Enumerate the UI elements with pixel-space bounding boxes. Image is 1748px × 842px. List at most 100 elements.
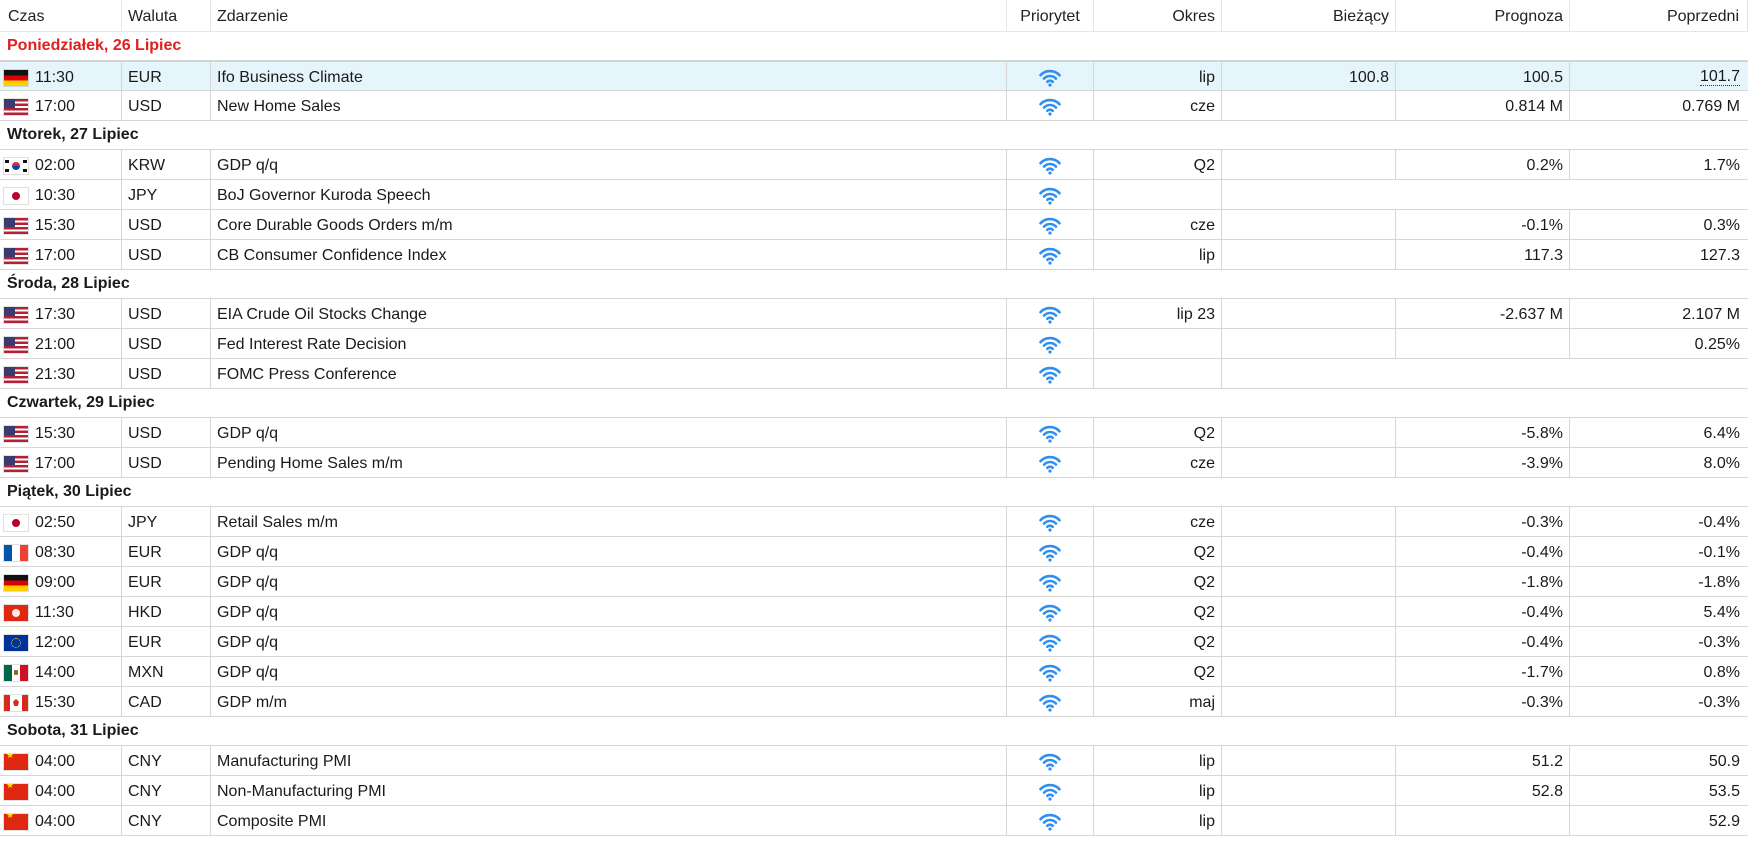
event-cell[interactable]: GDP q/q — [211, 657, 1007, 686]
table-row[interactable]: 15:30 USD GDP q/q Q2 -5.8% 6.4% — [0, 418, 1748, 448]
actual-value: 100.8 — [1348, 68, 1389, 86]
actual-cell — [1222, 776, 1396, 805]
event-cell[interactable]: GDP q/q — [211, 150, 1007, 179]
forecast-value: -2.637 M — [1499, 306, 1563, 323]
previous-value[interactable]: 101.7 — [1699, 69, 1740, 86]
wifi-icon — [1039, 694, 1061, 712]
table-row[interactable]: 17:30 USD EIA Crude Oil Stocks Change lip 2… — [0, 299, 1748, 329]
column-header-forecast[interactable]: Prognoza — [1396, 0, 1570, 31]
period-cell: lip — [1094, 776, 1222, 805]
event-name[interactable]: GDP q/q — [217, 574, 278, 592]
event-cell[interactable]: GDP q/q — [211, 418, 1007, 447]
event-name[interactable]: Core Durable Goods Orders m/m — [217, 217, 453, 235]
event-cell[interactable]: Core Durable Goods Orders m/m — [211, 210, 1007, 239]
actual-cell — [1222, 91, 1396, 120]
event-name[interactable]: Composite PMI — [217, 813, 326, 831]
period-value: Q2 — [1193, 157, 1215, 174]
table-row[interactable]: 08:30 EUR GDP q/q Q2 -0.4% -0.1% — [0, 537, 1748, 567]
column-header-previous[interactable]: Poprzedni — [1570, 0, 1748, 31]
flag-ca-icon — [4, 695, 28, 711]
table-row[interactable]: 09:00 EUR GDP q/q Q2 -1.8% -1.8% — [0, 567, 1748, 597]
event-cell[interactable]: Retail Sales m/m — [211, 507, 1007, 536]
column-header-actual[interactable]: Bieżący — [1222, 0, 1396, 31]
event-name[interactable]: GDP q/q — [217, 664, 278, 682]
previous-cell: -0.1% — [1570, 537, 1748, 566]
event-name[interactable]: Manufacturing PMI — [217, 753, 351, 771]
table-row[interactable]: 02:00 KRW GDP q/q Q2 0.2% 1.7% — [0, 150, 1748, 180]
table-row[interactable]: 11:30 HKD GDP q/q Q2 -0.4% 5.4% — [0, 597, 1748, 627]
event-cell[interactable]: GDP q/q — [211, 597, 1007, 626]
previous-value: 8.0% — [1703, 455, 1740, 472]
currency-cell: EUR — [122, 567, 211, 596]
currency-code: CAD — [128, 694, 162, 711]
event-name[interactable]: BoJ Governor Kuroda Speech — [217, 187, 430, 205]
table-row[interactable]: 04:00 CNY Non-Manufacturing PMI lip 52.8 53.5 — [0, 776, 1748, 806]
event-name[interactable]: GDP q/q — [217, 604, 278, 622]
column-header-priority[interactable]: Priorytet — [1007, 0, 1094, 31]
currency-code: KRW — [128, 157, 166, 174]
table-row[interactable]: 17:00 USD New Home Sales cze 0.814 M 0.769 M — [0, 91, 1748, 121]
previous-value: 2.107 M — [1682, 306, 1740, 323]
event-name[interactable]: GDP q/q — [217, 157, 278, 175]
event-cell[interactable]: GDP q/q — [211, 627, 1007, 656]
event-time: 21:30 — [35, 366, 76, 383]
event-cell[interactable]: Ifo Business Climate — [211, 62, 1007, 90]
column-header-time[interactable]: Czas — [0, 0, 122, 31]
day-heading: Środa, 28 Lipiec — [0, 270, 1748, 299]
event-cell[interactable]: EIA Crude Oil Stocks Change — [211, 299, 1007, 328]
event-cell[interactable]: CB Consumer Confidence Index — [211, 240, 1007, 269]
wifi-icon — [1039, 664, 1061, 682]
event-name[interactable]: Retail Sales m/m — [217, 514, 338, 532]
column-header-period[interactable]: Okres — [1094, 0, 1222, 31]
event-name[interactable]: Fed Interest Rate Decision — [217, 336, 406, 354]
event-name[interactable]: GDP q/q — [217, 425, 278, 443]
event-name[interactable]: FOMC Press Conference — [217, 366, 397, 384]
flag-cn-icon — [4, 754, 28, 770]
event-name[interactable]: EIA Crude Oil Stocks Change — [217, 306, 427, 324]
table-row[interactable]: 15:30 USD Core Durable Goods Orders m/m cze… — [0, 210, 1748, 240]
event-cell[interactable]: GDP q/q — [211, 537, 1007, 566]
column-header-event[interactable]: Zdarzenie — [211, 0, 1007, 31]
table-row[interactable]: 04:00 CNY Composite PMI lip 52.9 — [0, 806, 1748, 836]
period-cell: Q2 — [1094, 597, 1222, 626]
event-time: 12:00 — [35, 634, 76, 651]
table-row[interactable]: 11:30 EUR Ifo Business Climate lip 100.8 100.… — [0, 61, 1748, 91]
table-row[interactable]: 17:00 USD Pending Home Sales m/m cze -3.9% 8.… — [0, 448, 1748, 478]
table-row[interactable]: 14:00 MXN GDP q/q Q2 -1.7% 0.8% — [0, 657, 1748, 687]
currency-cell: KRW — [122, 150, 211, 179]
event-cell[interactable]: New Home Sales — [211, 91, 1007, 120]
previous-cell: 53.5 — [1570, 776, 1748, 805]
actual-cell — [1222, 746, 1396, 775]
event-name[interactable]: GDP m/m — [217, 694, 287, 712]
table-row[interactable]: 04:00 CNY Manufacturing PMI lip 51.2 50.9 — [0, 746, 1748, 776]
table-row[interactable]: 17:00 USD CB Consumer Confidence Index lip 1… — [0, 240, 1748, 270]
time-cell: 17:00 — [0, 240, 122, 269]
period-cell: lip 23 — [1094, 299, 1222, 328]
event-name[interactable]: GDP q/q — [217, 634, 278, 652]
event-cell[interactable]: BoJ Governor Kuroda Speech — [211, 180, 1007, 209]
currency-code: EUR — [128, 634, 162, 651]
event-cell[interactable]: GDP m/m — [211, 687, 1007, 716]
event-cell[interactable]: GDP q/q — [211, 567, 1007, 596]
event-cell[interactable]: FOMC Press Conference — [211, 359, 1007, 388]
table-row[interactable]: 21:30 USD FOMC Press Conference — [0, 359, 1748, 389]
event-cell[interactable]: Fed Interest Rate Decision — [211, 329, 1007, 358]
event-name[interactable]: CB Consumer Confidence Index — [217, 247, 446, 265]
event-name[interactable]: GDP q/q — [217, 544, 278, 562]
table-row[interactable]: 15:30 CAD GDP m/m maj -0.3% -0.3% — [0, 687, 1748, 717]
wifi-icon — [1039, 247, 1061, 265]
event-name[interactable]: Ifo Business Climate — [217, 69, 363, 87]
event-name[interactable]: New Home Sales — [217, 98, 341, 116]
event-cell[interactable]: Composite PMI — [211, 806, 1007, 835]
event-cell[interactable]: Non-Manufacturing PMI — [211, 776, 1007, 805]
table-row[interactable]: 12:00 EUR GDP q/q Q2 -0.4% -0.3% — [0, 627, 1748, 657]
table-row[interactable]: 02:50 JPY Retail Sales m/m cze -0.3% -0.4% — [0, 507, 1748, 537]
table-row[interactable]: 10:30 JPY BoJ Governor Kuroda Speech — [0, 180, 1748, 210]
table-row[interactable]: 21:00 USD Fed Interest Rate Decision 0.25% — [0, 329, 1748, 359]
wifi-icon — [1039, 98, 1061, 116]
event-name[interactable]: Non-Manufacturing PMI — [217, 783, 386, 801]
event-cell[interactable]: Pending Home Sales m/m — [211, 448, 1007, 477]
event-cell[interactable]: Manufacturing PMI — [211, 746, 1007, 775]
event-name[interactable]: Pending Home Sales m/m — [217, 455, 403, 473]
column-header-currency[interactable]: Waluta — [122, 0, 211, 31]
